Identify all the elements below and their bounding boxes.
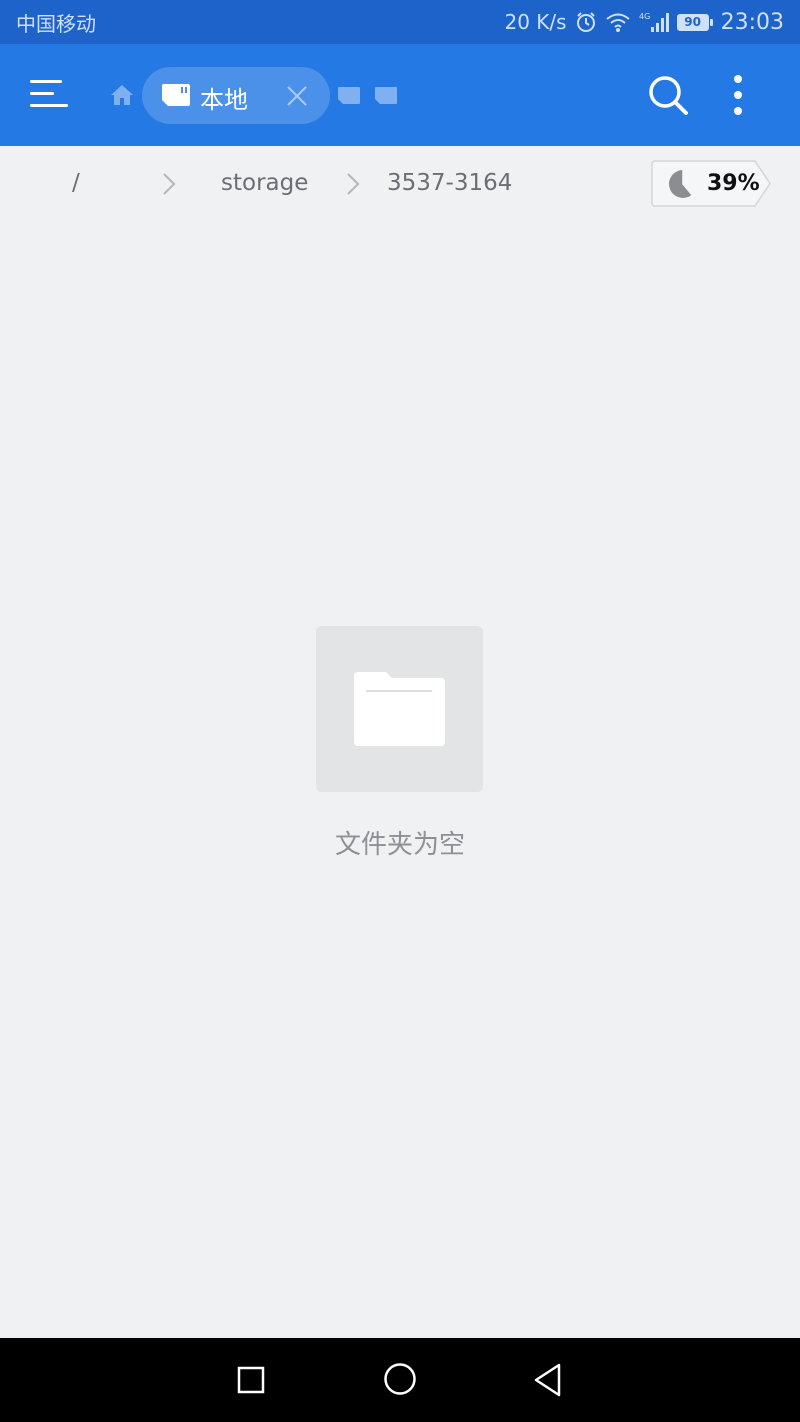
search-icon[interactable] — [648, 75, 688, 115]
wifi-icon — [605, 13, 630, 32]
recent-apps-icon[interactable] — [237, 1366, 265, 1394]
breadcrumb-storage[interactable]: storage — [221, 170, 308, 196]
home-icon[interactable] — [110, 84, 134, 106]
battery-level: 90 — [676, 13, 709, 31]
empty-folder-message: 文件夹为空 — [334, 830, 465, 860]
storage-usage-percent: 39% — [707, 171, 760, 196]
chevron-right-icon — [163, 173, 176, 195]
breadcrumb: / storage 3537-3164 39% — [0, 146, 800, 220]
close-icon[interactable] — [285, 84, 309, 108]
sd-card-tab-icon[interactable] — [338, 87, 360, 104]
sd-card-icon — [162, 84, 190, 106]
sd-card-tab-icon-2[interactable] — [375, 87, 397, 104]
breadcrumb-root[interactable]: / — [72, 170, 80, 196]
signal-icon: 4G — [639, 12, 669, 32]
navigation-bar — [0, 1338, 800, 1422]
network-type: 4G — [639, 12, 650, 21]
breadcrumb-current[interactable]: 3537-3164 — [387, 170, 512, 196]
alarm-icon — [576, 12, 595, 32]
chevron-right-icon — [347, 173, 360, 195]
folder-icon — [354, 672, 445, 746]
pie-chart-icon — [669, 169, 698, 198]
empty-folder-illustration — [316, 626, 483, 792]
carrier-name: 中国移动 — [16, 11, 96, 36]
toolbar: 本地 — [0, 44, 800, 146]
tab-local-label: 本地 — [200, 86, 248, 114]
storage-usage-badge[interactable]: 39% — [651, 160, 771, 207]
status-icons: 20 K/s 4G 90 23:03 — [505, 10, 785, 35]
battery-icon: 90 — [676, 13, 713, 31]
status-bar: 中国移动 20 K/s 4G 90 23:03 — [0, 0, 800, 44]
net-speed: 20 K/s — [504, 10, 567, 34]
menu-button[interactable] — [30, 78, 70, 112]
home-nav-icon[interactable] — [383, 1362, 417, 1396]
back-icon[interactable] — [533, 1363, 563, 1397]
more-options-icon[interactable] — [728, 75, 748, 115]
tab-local[interactable]: 本地 — [142, 67, 330, 124]
clock: 23:03 — [720, 9, 784, 35]
